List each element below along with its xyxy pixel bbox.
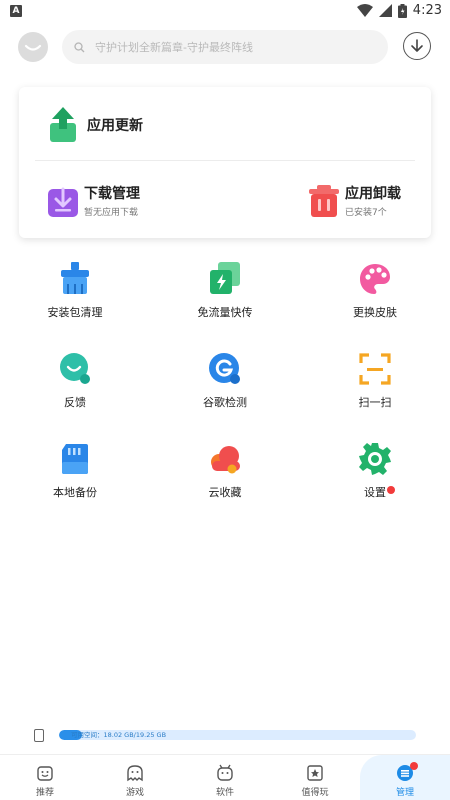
nav-label: 软件 [215,788,234,798]
tool-label: 云收藏 [208,486,242,499]
scan-icon [359,353,391,385]
tool-cloud-favorite[interactable]: 云收藏 [170,442,280,500]
wifi-icon [356,4,373,17]
download-manager-entry[interactable]: 下载管理 暂无应用下载 [48,183,140,218]
search-bar[interactable]: 守护计划全新篇章-守护最终阵线 [62,30,388,64]
ghost-icon [127,765,143,782]
arrow-down-icon [411,39,423,52]
sd-card-backup-icon [62,444,88,474]
download-manager-title: 下载管理 [84,186,140,202]
tool-fast-transfer[interactable]: 免流量快传 [170,262,280,320]
face-icon [37,766,53,781]
search-icon [74,41,85,52]
tool-label: 安装包清理 [47,306,103,319]
header: 守护计划全新篇章-守护最终阵线 [0,28,450,66]
tool-label: 更换皮肤 [353,306,397,319]
tool-label: 扫一扫 [358,396,392,409]
manage-badge [410,762,418,770]
nav-manage[interactable]: 管理 [360,755,450,800]
fast-transfer-icon [210,262,240,294]
feedback-bubble-icon [60,353,90,384]
app-update-entry[interactable]: 应用更新 [49,107,143,143]
tool-label: 免流量快传 [197,306,253,319]
app-update-icon [50,107,76,142]
storage-text: 可用空间：18.02 GB/19.25 GB [71,731,167,739]
smile-icon [24,44,42,51]
tool-package-cleaner[interactable]: 安装包清理 [20,262,130,320]
tool-feedback[interactable]: 反馈 [20,352,130,410]
broom-package-icon [61,262,89,294]
app-notification-icon: A [10,5,22,17]
status-bar: A 4:23 [0,0,450,24]
download-manager-icon [48,187,78,217]
nav-software[interactable]: 软件 [180,755,270,800]
nav-label: 管理 [395,788,414,798]
tool-label: 设置 [364,486,386,499]
clock: 4:23 [412,3,442,18]
cloud-favorite-icon [211,446,240,474]
tool-label: 反馈 [64,396,86,409]
app-uninstall-subtitle: 已安装7个 [345,208,387,218]
tool-change-skin[interactable]: 更换皮肤 [320,262,430,320]
nav-label: 游戏 [125,788,144,798]
tool-local-backup[interactable]: 本地备份 [20,442,130,500]
manage-card: 应用更新 下载管理 暂无应用下载 应用卸载 已安装7个 [19,87,431,238]
settings-badge [387,486,395,494]
avatar[interactable] [18,32,48,62]
download-button[interactable] [403,32,431,60]
nav-recommend[interactable]: 推荐 [0,755,90,800]
search-placeholder: 守护计划全新篇章-守护最终阵线 [95,41,253,54]
bottom-nav: 推荐 游戏 软件 值得玩 管理 [0,754,450,800]
app-uninstall-entry[interactable]: 应用卸载 已安装7个 [309,183,401,218]
app-uninstall-title: 应用卸载 [345,186,401,202]
tool-google-check[interactable]: 谷歌检测 [170,352,280,410]
download-manager-subtitle: 暂无应用下载 [84,208,139,218]
nav-label: 推荐 [35,788,54,798]
star-card-icon [307,765,323,781]
phone-icon [34,729,44,742]
card-divider [35,160,415,161]
nav-games[interactable]: 游戏 [90,755,180,800]
nav-worth-playing[interactable]: 值得玩 [270,755,360,800]
storage-indicator: 可用空间：18.02 GB/19.25 GB [0,726,450,744]
google-check-icon [209,353,240,384]
android-icon [217,764,233,781]
tool-settings[interactable]: 设置 [320,442,430,500]
gear-icon [359,443,391,475]
app-update-label: 应用更新 [87,118,143,134]
nav-label: 值得玩 [301,788,329,798]
tool-label: 本地备份 [53,486,97,499]
tool-label: 谷歌检测 [203,396,247,409]
battery-icon [397,3,407,18]
signal-icon [378,4,392,17]
storage-bar: 可用空间：18.02 GB/19.25 GB [59,730,416,740]
palette-icon [360,264,390,294]
tool-scan[interactable]: 扫一扫 [320,352,430,410]
trash-icon [309,184,339,217]
